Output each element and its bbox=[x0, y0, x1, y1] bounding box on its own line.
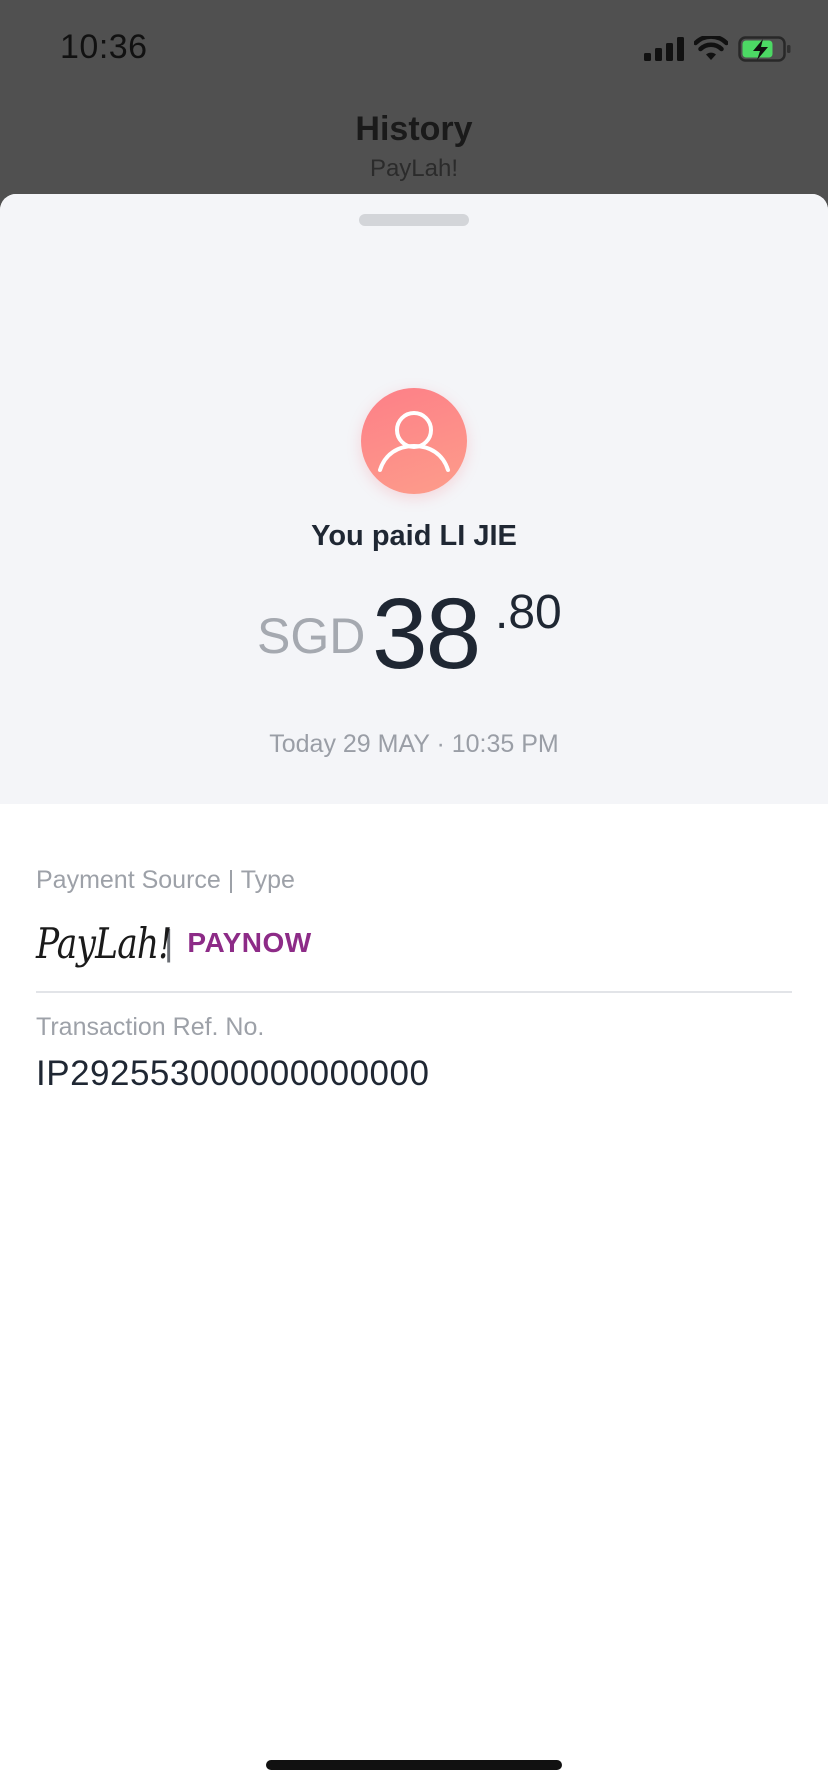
amount-decimal: .80 bbox=[495, 586, 562, 639]
amount-currency: SGD bbox=[257, 608, 366, 664]
transaction-ref-label: Transaction Ref. No. bbox=[36, 1013, 265, 1041]
paylah-logo: PayLah! bbox=[36, 918, 172, 968]
divider bbox=[36, 991, 792, 993]
page-subtitle: PayLah! bbox=[369, 155, 459, 182]
payee-text: You paid LI JIE bbox=[311, 520, 517, 552]
amount: SGD 38 .80 bbox=[0, 577, 828, 690]
sheet-drag-handle[interactable] bbox=[359, 214, 469, 226]
payee-avatar bbox=[361, 388, 467, 494]
page-header: History PayLah! bbox=[0, 100, 828, 183]
amount-integer: 38 bbox=[372, 578, 481, 690]
transaction-ref-value: IP292553000000000000 bbox=[36, 1054, 430, 1093]
user-icon bbox=[378, 411, 450, 472]
transaction-detail-sheet: You paid LI JIE SGD 38 .80 Today 29 MAY … bbox=[0, 194, 828, 1792]
transaction-datetime: Today 29 MAY · 10:35 PM bbox=[269, 730, 559, 758]
status-bar: 10:36 bbox=[0, 0, 828, 100]
payment-source-row: PayLah! | PAYNOW bbox=[36, 915, 792, 971]
cellular-signal-icon bbox=[644, 37, 684, 61]
transaction-details: Payment Source | Type PayLah! | PAYNOW T… bbox=[36, 866, 792, 1094]
paynow-logo: PAYNOW bbox=[187, 927, 312, 958]
home-indicator[interactable] bbox=[266, 1760, 562, 1770]
battery-charging-icon bbox=[738, 36, 791, 62]
payment-source-label: Payment Source | Type bbox=[36, 866, 295, 894]
page-title: History bbox=[355, 110, 473, 148]
wifi-icon bbox=[694, 36, 728, 60]
status-time: 10:36 bbox=[60, 28, 148, 66]
receipt-summary: You paid LI JIE SGD 38 .80 Today 29 MAY … bbox=[0, 194, 828, 804]
status-icons bbox=[644, 34, 792, 64]
